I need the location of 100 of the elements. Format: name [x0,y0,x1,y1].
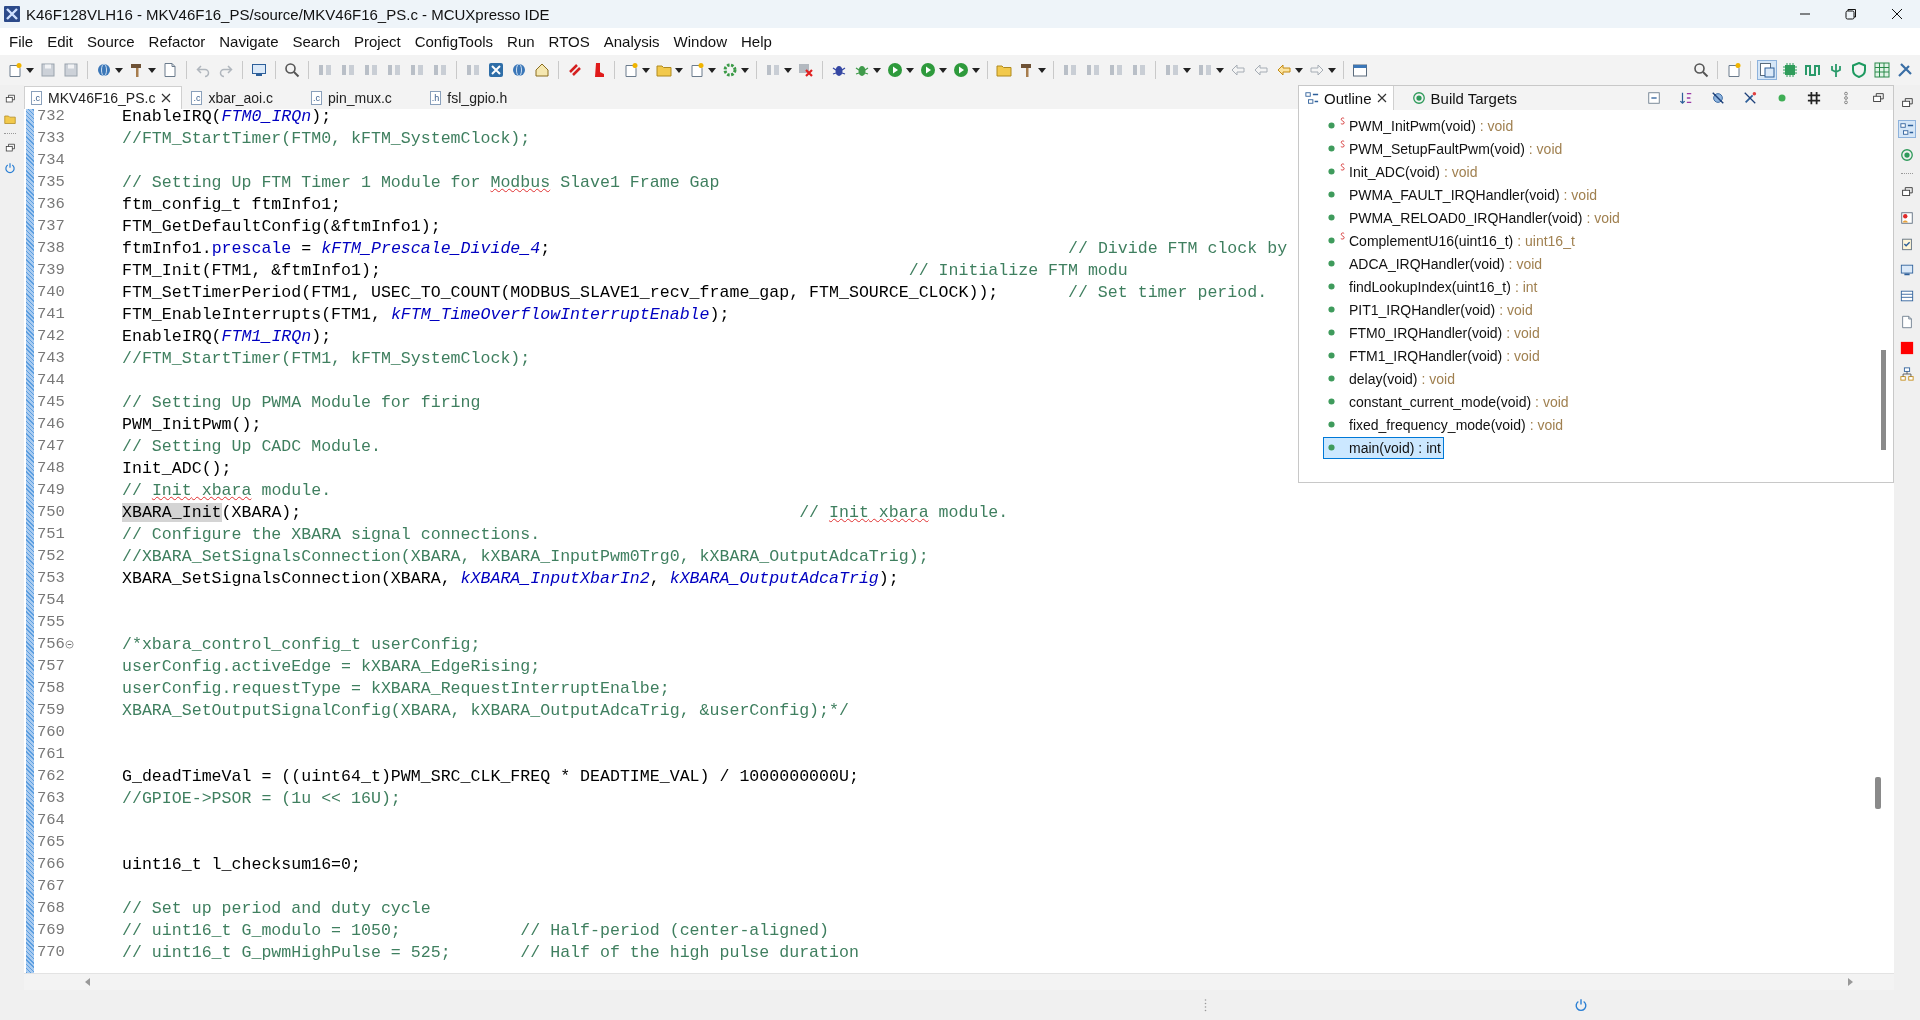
scroll-right-icon[interactable] [1846,978,1854,986]
caret-icon[interactable] [972,67,980,73]
editor-tab[interactable]: .c pin_mux.c [304,86,403,109]
delete-icon[interactable] [797,61,815,79]
editor-tab[interactable]: .c xbar_aoi.c [184,86,284,109]
square-icon[interactable] [1899,340,1915,356]
caret-icon[interactable] [939,67,947,73]
globe-icon[interactable] [95,61,113,79]
menu-item[interactable]: Project [347,30,408,53]
hide-static-icon[interactable] [1743,91,1757,105]
caret-icon[interactable] [26,67,34,73]
folder-icon[interactable] [4,113,16,125]
tree-icon[interactable] [1899,366,1915,382]
menu-item[interactable]: Run [500,30,542,53]
shield-icon[interactable] [1850,61,1868,79]
play-icon[interactable] [886,61,904,79]
hash-icon[interactable] [1807,91,1821,105]
document-icon[interactable] [688,61,706,79]
menu-item[interactable]: Navigate [212,30,286,53]
outline-item[interactable]: ADCA_IRQHandler(void) : void [1323,252,1546,275]
document-icon[interactable] [6,61,24,79]
outline-item[interactable]: main(void) : int [1323,436,1444,459]
x-square-icon[interactable] [487,61,505,79]
play-icon[interactable] [919,61,937,79]
caret-icon[interactable] [148,67,156,73]
document-icon[interactable] [1725,61,1743,79]
caret-icon[interactable] [642,67,650,73]
document-icon[interactable] [622,61,640,79]
menu-item[interactable]: Source [80,30,142,53]
restore-icon[interactable] [1871,91,1885,105]
scrollbar-thumb[interactable] [1875,777,1881,809]
outline-item[interactable]: fixed_frequency_mode(void) : void [1323,413,1567,436]
window-icon[interactable] [1351,61,1369,79]
outline-item[interactable]: findLookupIndex(uint16_t) : int [1323,275,1541,298]
sort-icon[interactable] [1679,91,1693,105]
power-icon[interactable] [1574,998,1588,1012]
return-type: : void [1535,393,1569,410]
collapse-icon[interactable] [1647,91,1661,105]
caret-icon[interactable] [1295,67,1303,73]
power-icon[interactable] [4,162,16,174]
document-icon[interactable] [161,61,179,79]
menu-item[interactable]: Search [285,30,347,53]
outline-item[interactable]: FTM0_IRQHandler(void) : void [1323,321,1543,344]
monitor-icon[interactable] [1899,262,1915,278]
person-icon[interactable] [1899,210,1915,226]
caret-icon[interactable] [873,67,881,73]
caret-icon[interactable] [1328,67,1336,73]
caret-icon[interactable] [708,67,716,73]
chip-icon[interactable] [1781,61,1799,79]
caret-icon[interactable] [1216,67,1224,73]
caret-icon[interactable] [1183,67,1191,73]
outline-item[interactable]: Init_ADC(void) : void [1323,160,1481,183]
outline-item[interactable]: PWM_SetupFaultPwm(void) : void [1323,137,1566,160]
monitor-icon[interactable] [250,61,268,79]
caret-icon[interactable] [675,67,683,73]
outline-item[interactable]: ComplementU16(uint16_t) : uint16_t [1323,229,1578,252]
close-icon[interactable] [161,93,172,103]
tools-icon[interactable] [1896,61,1914,79]
play-icon[interactable] [952,61,970,79]
outline-item[interactable]: PWM_InitPwm(void) : void [1323,114,1517,137]
outline-icon[interactable] [1899,121,1915,137]
caret-icon[interactable] [784,67,792,73]
menu-item[interactable]: Edit [40,30,81,53]
restore-icon[interactable] [4,93,16,105]
outline-item[interactable]: PIT1_IRQHandler(void) : void [1323,298,1536,321]
menu-item[interactable]: Refactor [141,30,213,53]
table-icon[interactable] [1899,288,1915,304]
scroll-left-icon[interactable] [84,978,92,986]
caret-icon[interactable] [115,67,123,73]
restore-icon[interactable] [4,142,16,154]
clipboard-icon[interactable] [1899,236,1915,252]
globe-icon[interactable] [510,61,528,79]
outline-item[interactable]: PWMA_RELOAD0_IRQHandler(void) : void [1323,206,1623,229]
caret-icon[interactable] [1038,67,1046,73]
editor-tab[interactable]: .c MKV46F16_PS.c [24,86,183,109]
search-icon[interactable] [1692,61,1710,79]
fold-toggle-icon[interactable] [65,639,74,649]
menu-item[interactable]: ConfigTools [407,30,501,53]
caret-icon[interactable] [741,67,749,73]
menu-item[interactable]: Help [733,30,779,53]
house-icon[interactable] [533,61,551,79]
grid-icon[interactable] [1873,61,1891,79]
outline-item[interactable]: delay(void) : void [1323,367,1458,390]
view-tab[interactable]: Outline [1299,86,1394,110]
menu-item[interactable]: File [2,30,41,53]
caret-icon[interactable] [906,67,914,73]
close-icon[interactable] [1376,93,1387,103]
menu-item[interactable]: Window [666,30,734,53]
target-icon[interactable] [1899,147,1915,163]
document-icon[interactable] [1899,314,1915,330]
outline-item[interactable]: constant_current_mode(void) : void [1323,390,1572,413]
scrollbar-thumb[interactable] [1881,350,1886,450]
menu-item[interactable]: RTOS [541,30,597,53]
editor-tab[interactable]: .h fsl_gpio.h [422,86,519,109]
outline-item[interactable]: PWMA_FAULT_IRQHandler(void) : void [1323,183,1601,206]
view-tab[interactable]: Build Targets [1405,86,1523,110]
search-icon[interactable] [283,61,301,79]
outline-item[interactable]: FTM1_IRQHandler(void) : void [1323,344,1543,367]
hide-fields-icon[interactable] [1711,91,1725,105]
menu-item[interactable]: Analysis [596,30,667,53]
